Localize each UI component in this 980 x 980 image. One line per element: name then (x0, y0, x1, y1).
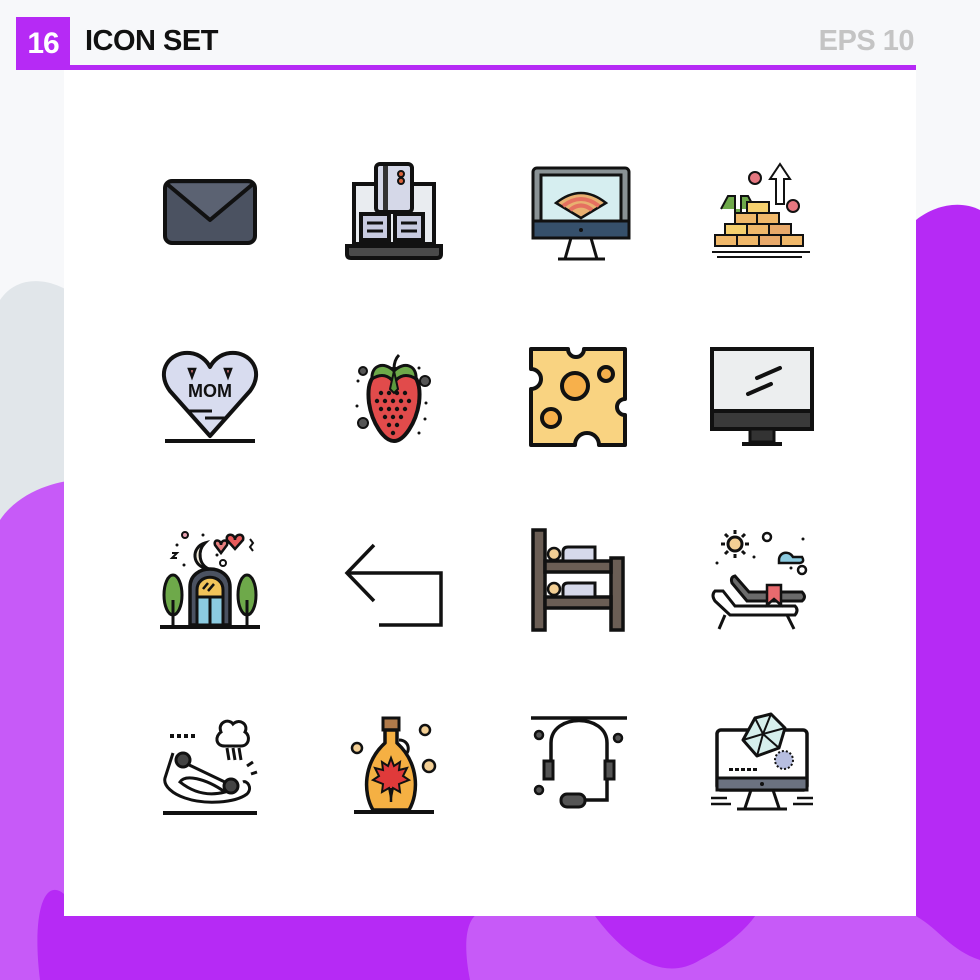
car-crash-icon (163, 719, 258, 815)
envelope-icon (163, 179, 257, 245)
icon-cell[interactable] (518, 520, 638, 640)
icon-cell[interactable] (150, 149, 270, 269)
icon-cell[interactable] (150, 703, 270, 823)
headset-icon (531, 716, 627, 809)
laptop-credit-card-icon (345, 162, 443, 260)
icon-cell[interactable] (518, 149, 638, 269)
icon-count-badge: 16 (16, 17, 70, 70)
purple-blob-right (916, 204, 980, 980)
icon-cell[interactable] (702, 149, 822, 269)
icon-grid: MOM (64, 70, 916, 916)
monitor-wifi-icon (531, 166, 631, 261)
maple-syrup-icon (350, 716, 437, 814)
icon-cell[interactable] (334, 149, 454, 269)
return-arrow-icon (344, 543, 443, 627)
page-title: ICON SET (85, 25, 218, 57)
monitor-icon (710, 347, 814, 446)
icon-cell[interactable] (702, 703, 822, 823)
svg-text:MOM: MOM (188, 381, 232, 401)
format-label: EPS 10 (818, 25, 915, 57)
icon-cell[interactable]: MOM (150, 336, 270, 456)
icon-cell[interactable] (150, 520, 270, 640)
mom-heart-icon: MOM (162, 350, 258, 443)
icon-cell[interactable] (334, 703, 454, 823)
gold-bars-growth-icon (712, 162, 810, 258)
icon-cell[interactable] (702, 336, 822, 456)
bunk-bed-icon (531, 528, 625, 632)
header: 16 ICON SET EPS 10 (0, 0, 980, 72)
icon-cell[interactable] (518, 336, 638, 456)
icon-cell[interactable] (334, 336, 454, 456)
mosque-night-icon (160, 531, 260, 629)
computer-3d-model-icon (711, 712, 813, 811)
icon-cell[interactable] (334, 520, 454, 640)
sun-lounger-icon (711, 530, 808, 630)
icon-cell[interactable] (518, 703, 638, 823)
strawberry-icon (355, 353, 431, 444)
icon-cell[interactable] (702, 520, 822, 640)
cheese-icon (529, 347, 627, 447)
